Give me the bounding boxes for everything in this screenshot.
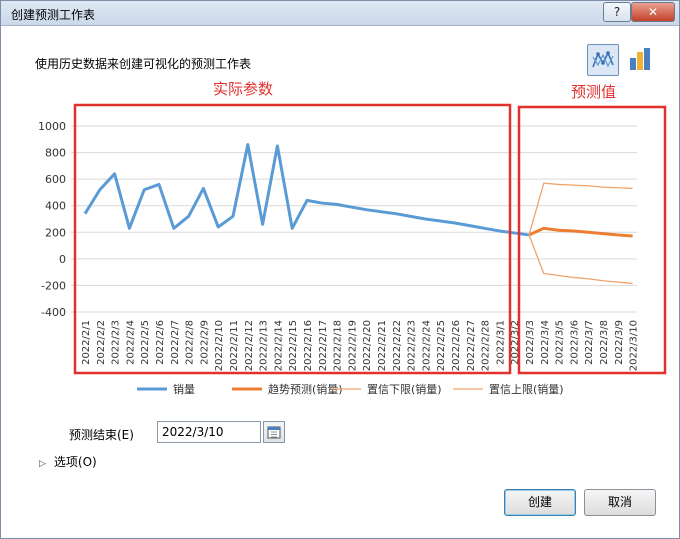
x-tick-label: 2022/3/4: [540, 320, 551, 365]
y-tick-label: 200: [45, 226, 66, 239]
x-tick-label: 2022/2/2: [96, 320, 107, 365]
legend-label: 置信下限(销量): [367, 382, 442, 396]
options-expander[interactable]: ▷ 选项(O): [39, 453, 97, 470]
y-tick-label: -200: [41, 279, 66, 292]
x-tick-label: 2022/2/8: [185, 320, 196, 365]
forecast-label: 预测值: [571, 83, 616, 101]
x-tick-label: 2022/2/18: [333, 320, 344, 371]
x-tick-label: 2022/2/7: [170, 320, 181, 365]
x-tick-label: 2022/2/3: [111, 320, 122, 365]
x-tick-label: 2022/2/27: [466, 320, 477, 371]
calendar-icon: [267, 426, 281, 439]
x-tick-label: 2022/2/14: [273, 320, 284, 371]
x-tick-label: 2022/2/10: [214, 320, 225, 371]
x-tick-label: 2022/2/20: [362, 320, 373, 371]
dialog-title: 创建预测工作表: [11, 8, 96, 22]
x-tick-label: 2022/2/25: [436, 320, 447, 371]
help-button[interactable]: ?: [603, 2, 631, 22]
x-tick-label: 2022/2/12: [244, 320, 255, 371]
x-tick-label: 2022/3/10: [629, 320, 640, 371]
x-tick-label: 2022/2/22: [392, 320, 403, 371]
forecast-end-input[interactable]: [157, 421, 261, 443]
x-tick-label: 2022/3/8: [599, 320, 610, 365]
x-tick-label: 2022/3/1: [495, 320, 506, 365]
x-tick-label: 2022/2/9: [199, 320, 210, 365]
forecast-chart: 1000 800 600 400 200 0 -200 -400 2022/2/1 2022/2/…: [38, 80, 667, 396]
x-tick-label: 2022/2/23: [407, 320, 418, 371]
x-tick-label: 2022/2/11: [229, 320, 240, 371]
options-label: 选项(O): [53, 455, 97, 469]
x-tick-label: 2022/2/13: [259, 320, 270, 371]
x-tick-label: 2022/2/4: [125, 320, 136, 365]
x-tick-label: 2022/2/15: [288, 320, 299, 371]
y-tick-label: 800: [45, 147, 66, 160]
x-tick-label: 2022/3/3: [525, 320, 536, 365]
legend-label: 销量: [173, 382, 195, 396]
cancel-button[interactable]: 取消: [584, 489, 656, 516]
x-tick-label: 2022/2/24: [421, 320, 432, 371]
y-tick-label: 400: [45, 200, 66, 213]
create-button[interactable]: 创建: [504, 489, 576, 516]
y-tick-label: 600: [45, 173, 66, 186]
y-tick-label: -400: [41, 306, 66, 319]
calendar-button[interactable]: [263, 421, 285, 443]
column-chart-icon: [630, 48, 650, 70]
forecast-dialog: 创建预测工作表 ? ✕ 使用历史数据来创建可视化的预测工作表 1000 800 60…: [0, 0, 680, 539]
x-tick-label: 2022/2/19: [347, 320, 358, 371]
y-tick-label: 0: [59, 253, 66, 266]
x-tick-label: 2022/3/5: [555, 320, 566, 365]
close-button[interactable]: ✕: [631, 2, 675, 22]
title-bar[interactable]: 创建预测工作表 ? ✕: [1, 1, 679, 26]
y-tick-label: 1000: [38, 120, 66, 133]
x-tick-label: 2022/2/1: [81, 320, 92, 365]
expand-triangle-icon: ▷: [39, 459, 46, 469]
legend-label: 置信上限(销量): [489, 382, 564, 396]
series-line: [83, 143, 530, 237]
x-tick-label: 2022/2/21: [377, 320, 388, 371]
x-tick-label: 2022/2/17: [318, 320, 329, 371]
x-tick-label: 2022/2/16: [303, 320, 314, 371]
actual-label: 实际参数: [213, 80, 273, 98]
x-tick-label: 2022/2/6: [155, 320, 166, 365]
description-text: 使用历史数据来创建可视化的预测工作表: [35, 57, 252, 71]
forecast-end-label: 预测结束(E): [69, 428, 134, 442]
column-chart-view-button[interactable]: [625, 44, 655, 74]
x-tick-label: 2022/2/26: [451, 320, 462, 371]
x-tick-label: 2022/2/28: [481, 320, 492, 371]
x-tick-label: 2022/3/6: [569, 320, 580, 365]
x-tick-label: 2022/3/7: [584, 320, 595, 365]
x-tick-label: 2022/2/5: [140, 320, 151, 365]
x-tick-label: 2022/3/9: [614, 320, 625, 365]
